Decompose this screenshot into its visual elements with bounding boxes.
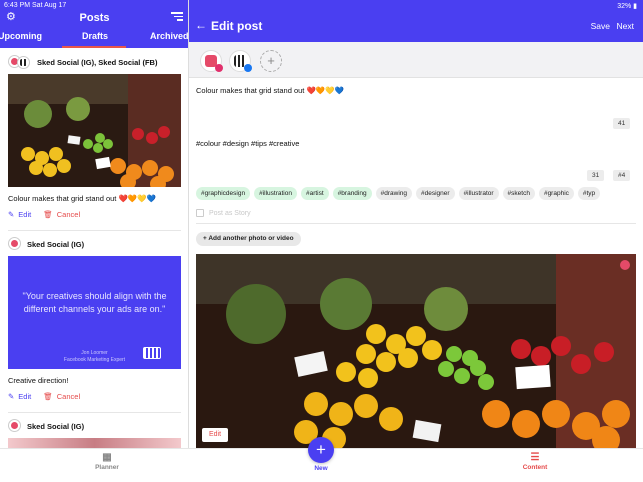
nav-planner[interactable]: ▦ Planner [90,452,124,471]
pencil-icon: ✎ [8,210,15,219]
cancel-button[interactable]: 🗑 Cancel [43,210,80,219]
hashtag-chip[interactable]: #graphic [538,187,574,200]
sked-logo-icon [143,347,161,359]
post-as-story-toggle[interactable]: Post as Story [196,209,251,217]
account-selector: + [189,42,643,78]
pencil-icon: ✎ [8,392,15,401]
post-actions: ✎ Edit 🗑 Cancel [8,210,181,219]
account-avatars [8,237,22,251]
tab-archived[interactable]: Archived [150,31,188,41]
edit-label: Edit [18,210,32,219]
caption-input[interactable]: Colour makes that grid stand out ❤️🧡💛💙 [196,86,344,95]
nav-planner-label: Planner [95,464,119,471]
add-account-button[interactable]: + [260,50,282,72]
cancel-button[interactable]: 🗑 Cancel [43,392,80,401]
hashtag-chip[interactable]: #illustrator [458,187,499,200]
post-image-preview[interactable] [8,438,181,448]
quote-text: "Your creatives should align with the di… [22,291,167,314]
post-account-row: Sked Social (IG), Sked Social (FB) [8,55,181,69]
post-account-name: Sked Social (IG) [27,239,85,249]
hashtag-chip[interactable]: #illustration [254,187,297,200]
edit-post-header: 32% ▮ ← Edit post Save Next [189,0,643,42]
hashtag-chip[interactable]: #graphicdesign [196,187,251,200]
divider [8,230,181,231]
hashtag-tag-count: #4 [613,170,631,181]
hashtag-chip[interactable]: #designer [416,187,455,200]
hashtag-chip[interactable]: #typ [577,187,601,200]
post-caption: Colour makes that grid stand out ❤️🧡💛💙 [8,194,156,203]
avatar [8,419,21,432]
post-actions: ✎ Edit 🗑 Cancel [8,392,181,401]
status-bar-battery: 32% ▮ [617,3,637,10]
post-caption: Creative direction! [8,376,69,385]
filter-icon[interactable] [171,12,183,22]
divider [196,223,636,224]
post-account-name: Sked Social (IG), Sked Social (FB) [37,57,158,67]
suggested-hashtags: #graphicdesign #illustration #artist #brand… [196,187,643,201]
edit-label: Edit [18,392,32,401]
edit-post-title: Edit post [211,19,263,33]
active-tab-indicator [62,46,126,48]
avatar [8,237,21,250]
divider [8,412,181,413]
hashtag-chip[interactable]: #sketch [502,187,535,200]
hashtag-char-count: 31 [587,170,605,181]
nav-new-label: New [314,465,328,472]
hashtags-input[interactable]: #colour #design #tips #creative [196,139,299,148]
caption-char-count: 41 [613,118,631,129]
grid-icon: ▦ [102,452,112,463]
list-icon: ☰ [530,452,540,463]
back-arrow-icon[interactable]: ← [195,19,207,31]
instagram-icon [620,260,630,270]
edit-button[interactable]: ✎ Edit [8,392,31,401]
post-account-name: Sked Social (IG) [27,421,85,431]
post-image-quote[interactable]: "Your creatives should align with the di… [8,256,181,369]
hashtag-chip[interactable]: #drawing [375,187,412,200]
nav-content-label: Content [522,464,548,471]
add-media-button[interactable]: + Add another photo or video [196,232,301,246]
cancel-label: Cancel [56,392,81,401]
instagram-icon [215,64,223,72]
post-media-preview[interactable]: Edit [196,254,636,448]
selected-account-facebook[interactable] [229,50,252,72]
account-avatars [8,419,22,433]
next-button[interactable]: Next [617,21,634,31]
tab-upcoming[interactable]: Upcoming [0,31,42,41]
edit-button[interactable]: ✎ Edit [8,210,31,219]
post-account-row: Sked Social (IG) [8,419,181,433]
account-avatars [8,55,32,69]
post-card[interactable]: Sked Social (IG), Sked Social (FB) Colou… [8,55,181,219]
hashtag-chip[interactable]: #artist [300,187,329,200]
post-card[interactable]: Sked Social (IG) "Your creatives should … [8,237,181,401]
trash-icon: 🗑 [43,392,53,401]
trash-icon: 🗑 [43,210,53,219]
edit-media-button[interactable]: Edit [202,428,228,442]
new-post-button[interactable]: + [308,437,334,463]
selected-account-instagram[interactable] [200,50,223,72]
posts-tabs: Upcoming Drafts Archived [0,30,188,48]
nav-content[interactable]: ☰ Content [518,452,552,471]
post-card[interactable]: Sked Social (IG) [8,419,181,448]
story-label: Post as Story [209,209,251,217]
post-image-fruit-market[interactable] [8,74,181,187]
tab-drafts[interactable]: Drafts [82,31,108,41]
posts-panel: 6:43 PM Sat Aug 17 ⚙ Posts Upcoming Draf… [0,0,189,448]
status-bar-time: 6:43 PM Sat Aug 17 [4,2,67,9]
page-title: Posts [79,12,110,24]
post-account-row: Sked Social (IG) [8,237,181,251]
hashtag-chip[interactable]: #branding [332,187,372,200]
edit-post-panel: 32% ▮ ← Edit post Save Next + Colour mak… [189,0,643,448]
save-button[interactable]: Save [591,21,610,31]
cancel-label: Cancel [56,210,81,219]
facebook-icon [244,64,252,72]
story-checkbox[interactable] [196,209,204,217]
posts-header: 6:43 PM Sat Aug 17 ⚙ Posts Upcoming Draf… [0,0,188,48]
avatar [17,56,30,69]
bottom-nav: ▦ Planner + New ☰ Content [0,437,643,482]
